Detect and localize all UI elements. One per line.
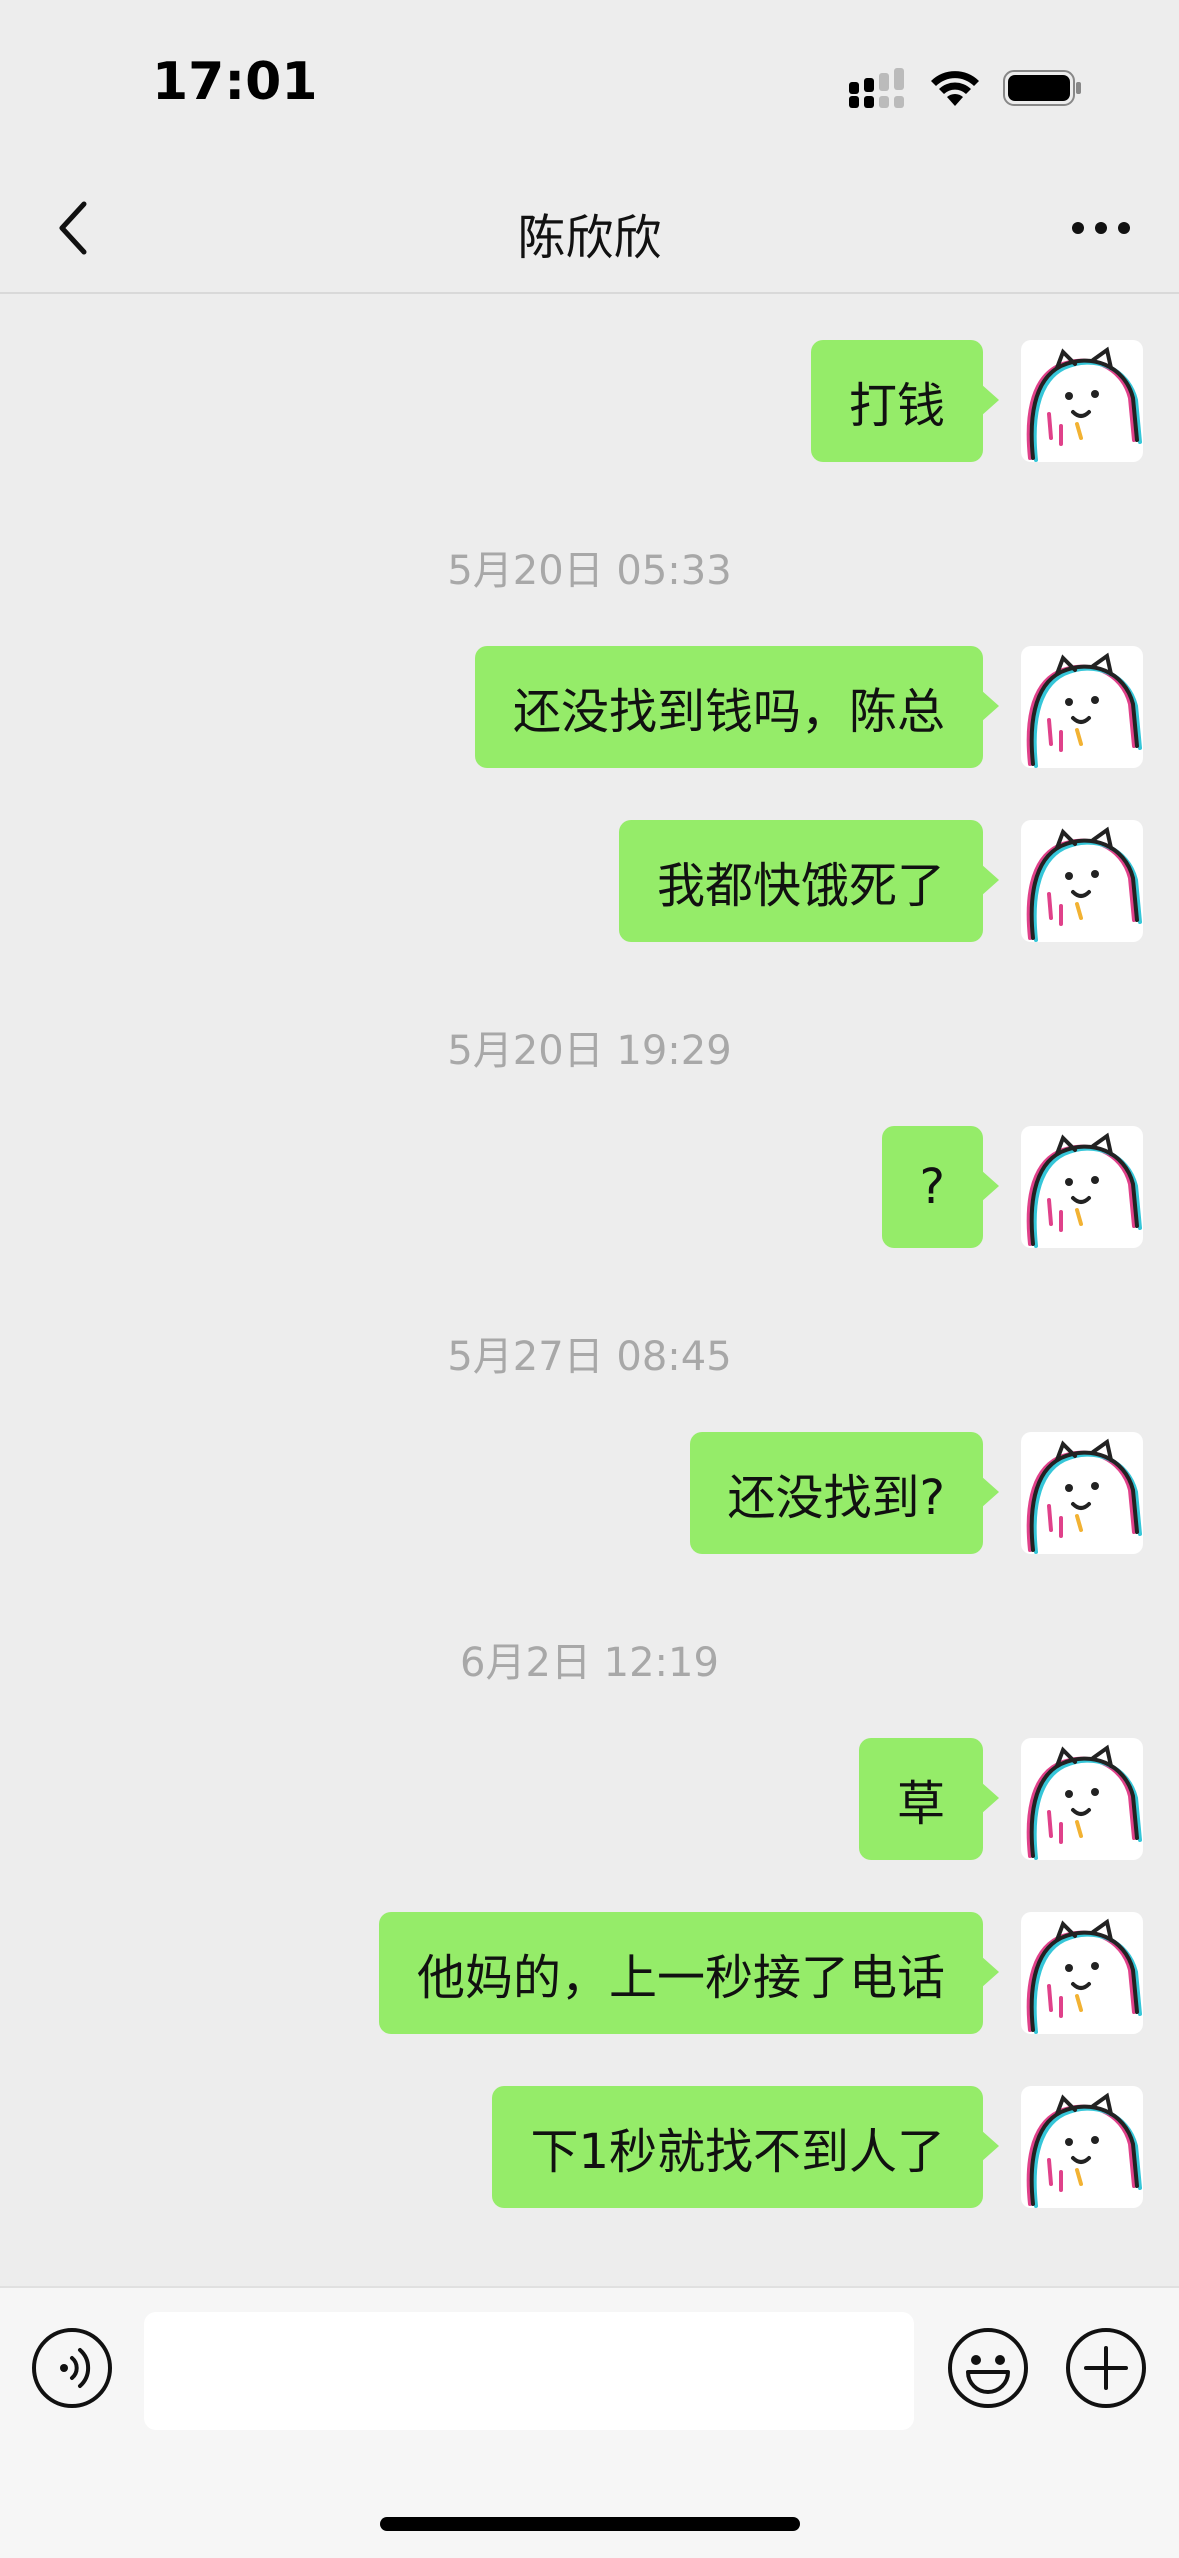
battery-icon (1003, 70, 1081, 106)
timestamp: 6月2日 12:19 (460, 1640, 719, 1686)
status-bar: 17:01 (0, 0, 1179, 160)
message-row: 我都快饿死了 (618, 820, 1143, 942)
message-bubble[interactable]: 还没找到? (689, 1432, 1000, 1554)
avatar[interactable] (1021, 1126, 1143, 1248)
more-button[interactable] (1059, 190, 1143, 266)
avatar-icon (1026, 346, 1142, 462)
nav-bar: 陈欣欣 (0, 160, 1179, 294)
avatar[interactable] (1021, 1738, 1143, 1860)
message-row: 还没找到? (689, 1432, 1143, 1554)
status-time: 17:01 (152, 52, 318, 112)
cellular-signal-icon (849, 68, 904, 108)
avatar[interactable] (1021, 2086, 1143, 2208)
message-bubble[interactable]: 他妈的，上一秒接了电话 (378, 1912, 1000, 2034)
avatar-icon (1026, 2092, 1142, 2208)
status-icons (849, 64, 1083, 112)
ellipsis-icon (1072, 222, 1130, 234)
voice-button[interactable] (30, 2326, 114, 2410)
avatar-icon (1026, 1438, 1142, 1554)
avatar[interactable] (1021, 646, 1143, 768)
message-row: 下1秒就找不到人了 (492, 2086, 1143, 2208)
message-bubble[interactable]: ? (881, 1126, 1000, 1248)
emoji-icon (948, 2328, 1028, 2408)
message-bubble[interactable]: 草 (858, 1738, 1000, 1860)
avatar[interactable] (1021, 820, 1143, 942)
message-row: 他妈的，上一秒接了电话 (378, 1912, 1143, 2034)
message-bubble[interactable]: 还没找到钱吗，陈总 (474, 646, 1000, 768)
avatar[interactable] (1021, 1432, 1143, 1554)
chat-area[interactable]: 打钱 5月20日 05:33 还没找到钱吗，陈总 我都快饿死了 5月20日 19… (0, 294, 1179, 2286)
message-input[interactable] (144, 2312, 914, 2430)
avatar[interactable] (1021, 1912, 1143, 2034)
emoji-button[interactable] (946, 2326, 1030, 2410)
message-row: ? (881, 1126, 1143, 1248)
timestamp: 5月20日 05:33 (447, 548, 732, 594)
message-bubble[interactable]: 打钱 (810, 340, 1000, 462)
avatar-icon (1026, 826, 1142, 942)
avatar-icon (1026, 652, 1142, 768)
avatar-icon (1026, 1918, 1142, 2034)
wifi-icon (931, 71, 979, 106)
message-row: 打钱 (810, 340, 1143, 462)
plus-icon (1066, 2328, 1146, 2408)
avatar[interactable] (1021, 340, 1143, 462)
input-bar (0, 2286, 1179, 2558)
voice-icon (32, 2328, 112, 2408)
avatar-icon (1026, 1132, 1142, 1248)
timestamp: 5月20日 19:29 (447, 1028, 732, 1074)
timestamp: 5月27日 08:45 (447, 1334, 732, 1380)
plus-button[interactable] (1064, 2326, 1148, 2410)
chat-title: 陈欣欣 (517, 210, 662, 266)
message-row: 还没找到钱吗，陈总 (474, 646, 1143, 768)
message-bubble[interactable]: 我都快饿死了 (618, 820, 1000, 942)
message-bubble[interactable]: 下1秒就找不到人了 (492, 2086, 999, 2208)
home-indicator (380, 2517, 800, 2531)
avatar-icon (1026, 1744, 1142, 1860)
message-row: 草 (858, 1738, 1143, 1860)
